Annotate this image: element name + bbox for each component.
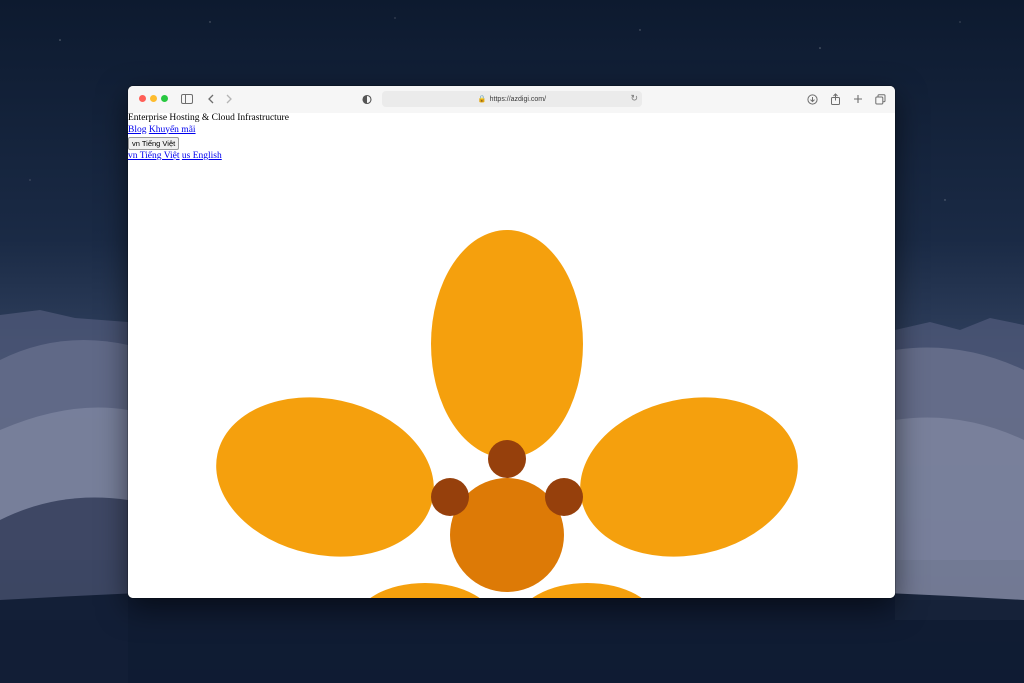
petal-right (580, 397, 798, 557)
close-window-button[interactable] (139, 95, 146, 102)
petal-top (431, 230, 583, 458)
petal-bottom-right (532, 583, 642, 598)
language-link-vietnamese[interactable]: vn Tiếng Việt (128, 151, 180, 161)
browser-window: 🔒 https://azdigi.com/ ↻ Enterprise Hosti… (128, 86, 895, 598)
minimize-window-button[interactable] (150, 95, 157, 102)
site-tagline: Enterprise Hosting & Cloud Infrastructur… (128, 113, 289, 123)
privacy-shield-icon[interactable] (360, 92, 374, 106)
url-text: https://azdigi.com/ (489, 95, 547, 103)
dot-left (431, 478, 469, 516)
chevron-right-icon[interactable] (222, 92, 236, 106)
page-content: Enterprise Hosting & Cloud Infrastructur… (128, 113, 895, 598)
dot-right (545, 478, 583, 516)
azdigi-flower-logo (216, 230, 798, 598)
sidebar-icon[interactable] (180, 92, 194, 106)
maximize-window-button[interactable] (161, 95, 168, 102)
language-switcher-button[interactable]: vn Tiếng Việt (128, 137, 180, 150)
language-link-english[interactable]: us English (182, 151, 222, 161)
dot-top (488, 440, 526, 478)
nav-link-promotions[interactable]: Khuyến mãi (149, 125, 196, 135)
petal-left (216, 397, 434, 557)
download-icon[interactable] (805, 92, 819, 106)
share-icon[interactable] (828, 92, 842, 106)
browser-toolbar: 🔒 https://azdigi.com/ ↻ (128, 86, 895, 113)
language-list: vn Tiếng Việt us English (128, 151, 895, 163)
petal-bottom-left (370, 583, 480, 598)
nav-link-blog[interactable]: Blog (128, 125, 146, 135)
plus-icon[interactable] (851, 92, 865, 106)
reload-icon[interactable]: ↻ (630, 93, 638, 104)
chevron-left-icon[interactable] (204, 92, 218, 106)
address-bar[interactable]: 🔒 https://azdigi.com/ ↻ (382, 91, 642, 107)
top-nav: Blog Khuyến mãi (128, 125, 895, 137)
tab-overview-icon[interactable] (873, 92, 887, 106)
lock-icon: 🔒 (477, 96, 487, 103)
